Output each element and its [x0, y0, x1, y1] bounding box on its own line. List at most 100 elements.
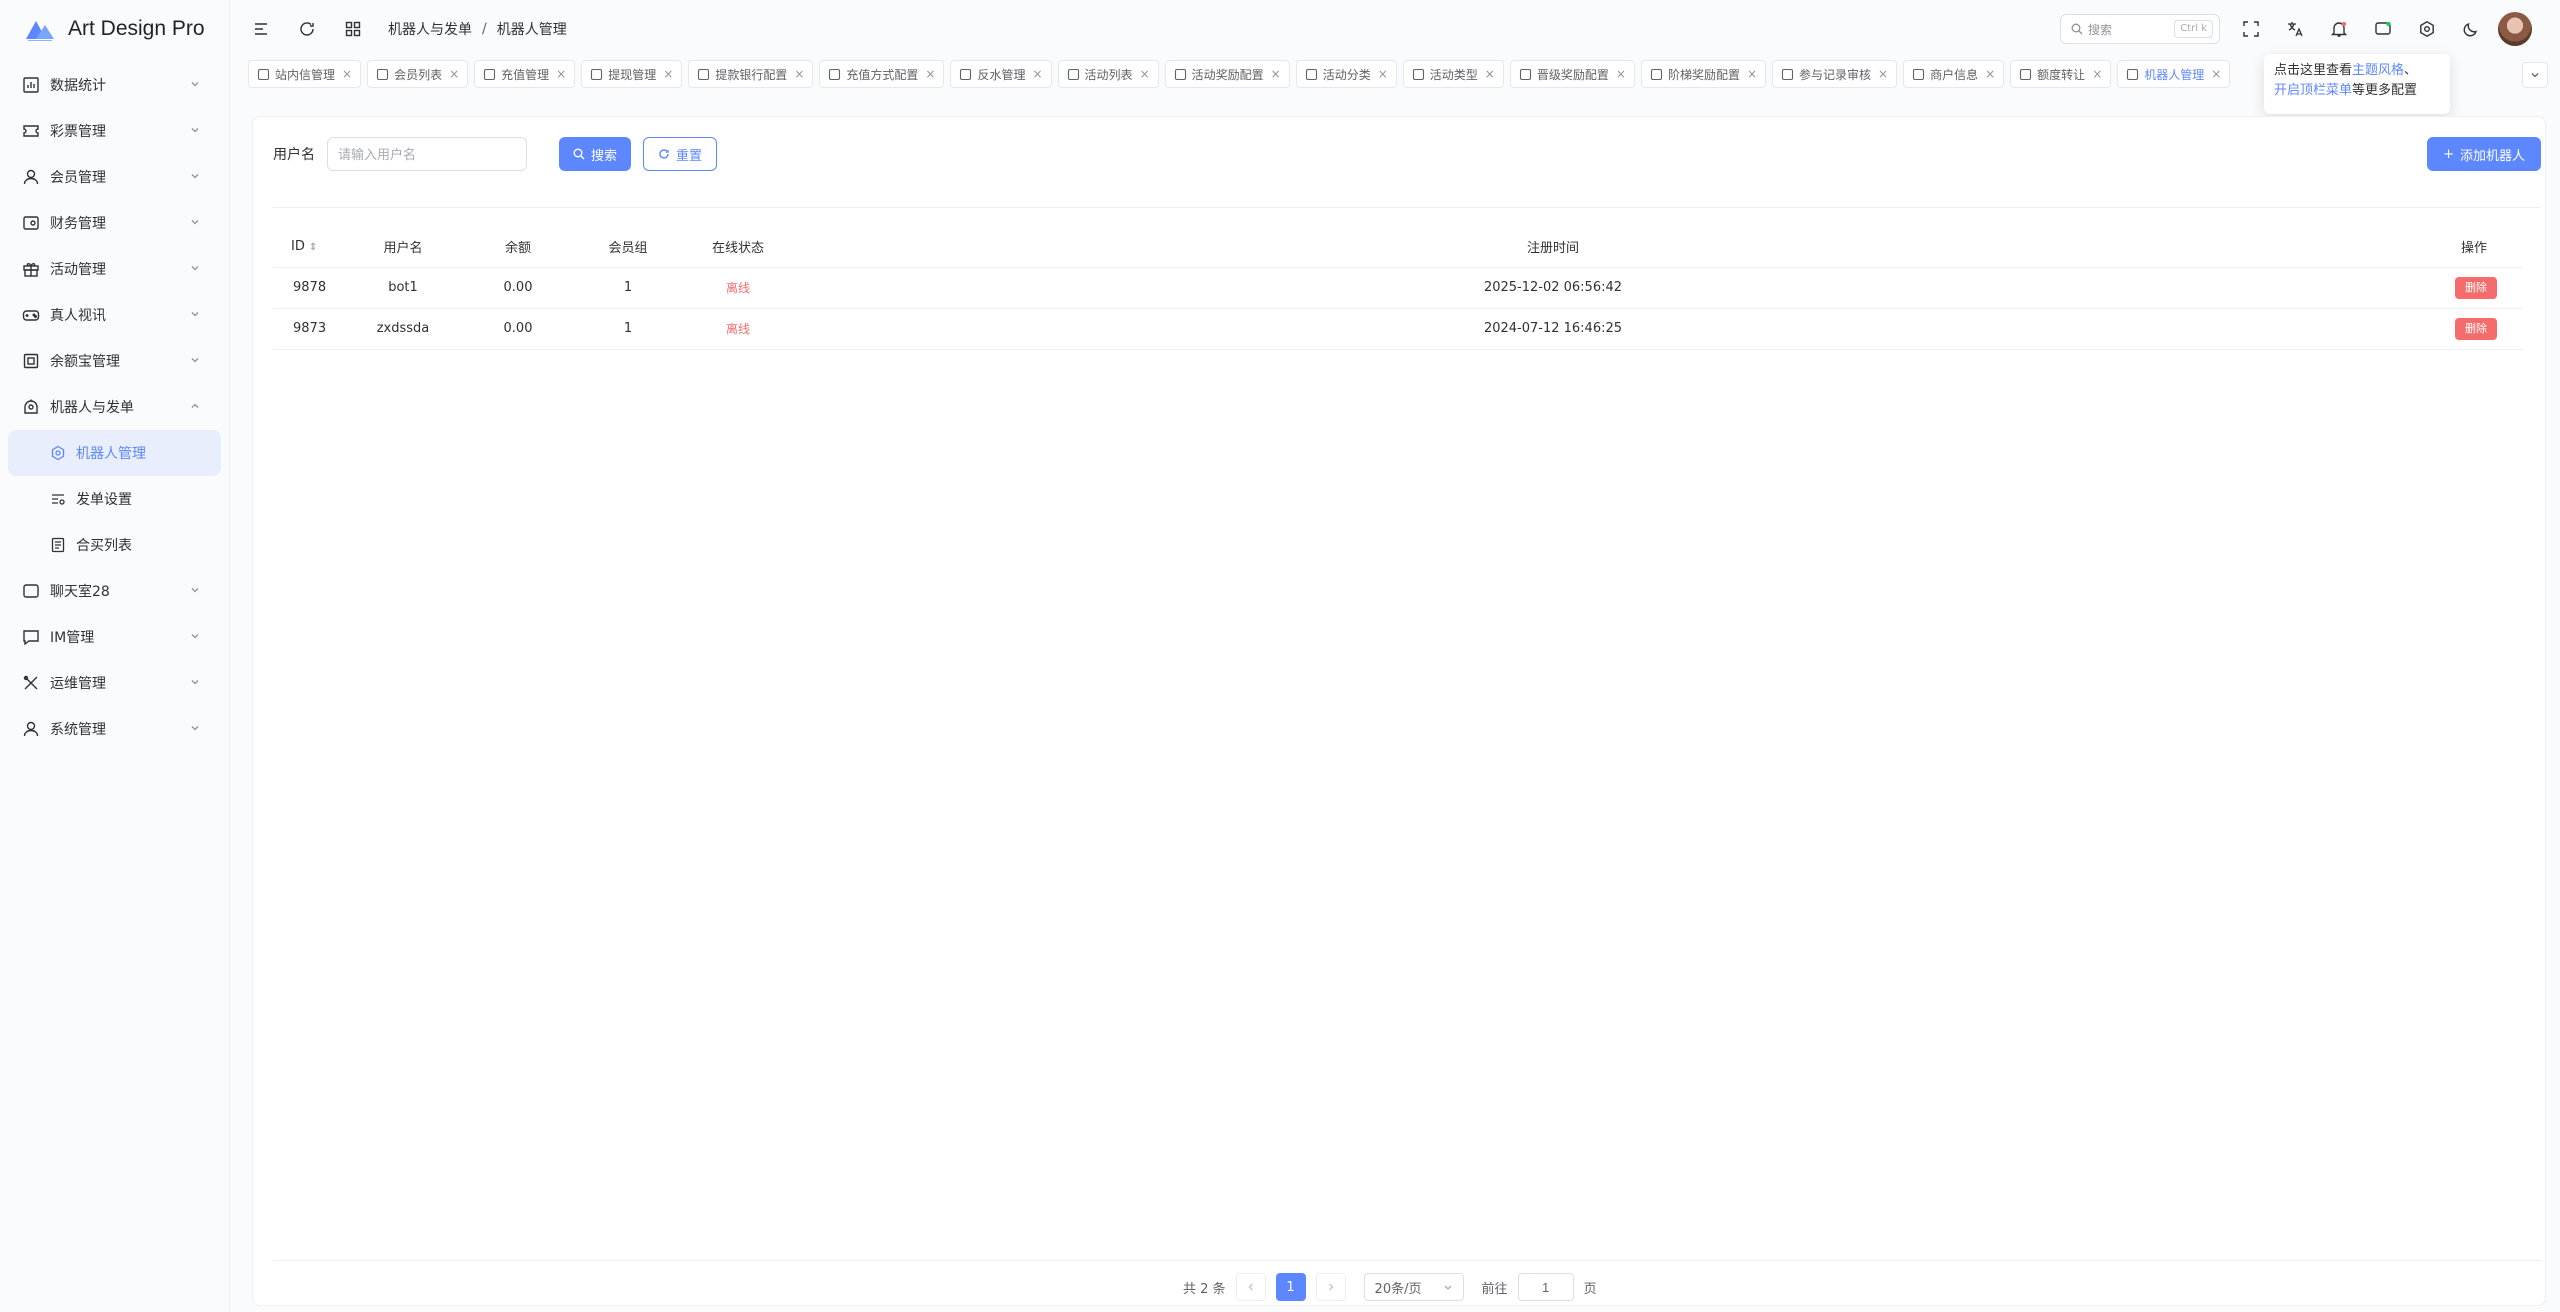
- tab-label: 反水管理: [977, 67, 1026, 82]
- tab-item[interactable]: 充值方式配置 ×: [819, 60, 945, 88]
- tab-item[interactable]: 阶梯奖励配置 ×: [1640, 60, 1767, 88]
- status-badge: 离线: [725, 281, 750, 295]
- sidebar-subitem-group-buy-list[interactable]: 合买列表: [8, 522, 221, 568]
- refresh-icon: [300, 22, 314, 36]
- search-icon: [2071, 23, 2083, 35]
- add-robot-button[interactable]: + 添加机器人: [2427, 137, 2541, 171]
- table-row: 9878 bot1 0.00 1 离线 2025-12-02 06:56:42 …: [273, 267, 2523, 309]
- close-icon[interactable]: ×: [1140, 67, 1150, 81]
- theme-toggle-button[interactable]: [2454, 12, 2488, 46]
- tab-item[interactable]: 机器人管理 ×: [2117, 60, 2231, 88]
- sidebar-item-finance[interactable]: 财务管理: [0, 200, 229, 246]
- bell-icon: [2330, 21, 2348, 37]
- close-icon[interactable]: ×: [663, 67, 673, 81]
- close-icon[interactable]: ×: [2211, 67, 2221, 81]
- sidebar-item-members[interactable]: 会员管理: [0, 154, 229, 200]
- sidebar-subitem-robot-management[interactable]: 机器人管理: [8, 430, 221, 476]
- menu-toggle-button[interactable]: [244, 12, 278, 46]
- reset-button[interactable]: 重置: [643, 137, 718, 171]
- tab-item[interactable]: 额度转让 ×: [2010, 60, 2112, 88]
- tab-icon: [698, 68, 710, 80]
- user-avatar[interactable]: [2498, 12, 2532, 46]
- sidebar-item-chatroom28[interactable]: 聊天室28: [0, 568, 229, 614]
- tab-item[interactable]: 活动奖励配置 ×: [1164, 60, 1290, 88]
- tab-item[interactable]: 反水管理 ×: [950, 60, 1052, 88]
- grid-icon: [345, 21, 361, 37]
- sidebar-item-live-video[interactable]: 真人视讯: [0, 292, 229, 338]
- close-icon[interactable]: ×: [1747, 67, 1757, 81]
- translate-icon: [2288, 22, 2303, 37]
- tab-item[interactable]: 活动类型 ×: [1402, 60, 1504, 88]
- chat-button[interactable]: [2366, 12, 2400, 46]
- tab-item[interactable]: 提款银行配置 ×: [688, 60, 814, 88]
- sidebar-item-robots[interactable]: 机器人与发单: [0, 384, 229, 430]
- tab-item[interactable]: 晋级奖励配置 ×: [1509, 60, 1635, 88]
- close-icon[interactable]: ×: [1271, 67, 1281, 81]
- tab-item[interactable]: 提现管理 ×: [581, 60, 683, 88]
- global-search[interactable]: 搜索 Ctrl k: [2060, 14, 2220, 44]
- sort-icon[interactable]: ⇕: [309, 242, 317, 253]
- sidebar-item-system[interactable]: 系统管理: [0, 706, 229, 752]
- sidebar-item-data-stats[interactable]: 数据统计: [0, 62, 229, 108]
- header-actions: [2234, 12, 2532, 46]
- search-icon: [573, 148, 585, 160]
- close-icon[interactable]: ×: [342, 67, 352, 81]
- tooltip-link-theme[interactable]: 主题风格: [2352, 63, 2404, 78]
- fullscreen-button[interactable]: [2234, 12, 2268, 46]
- close-icon[interactable]: ×: [1985, 67, 1995, 81]
- username-input[interactable]: [327, 137, 527, 171]
- close-icon[interactable]: ×: [925, 67, 935, 81]
- sidebar-item-label: 机器人与发单: [50, 400, 134, 416]
- apps-button[interactable]: [336, 12, 370, 46]
- next-page-button[interactable]: [1315, 1273, 1346, 1301]
- close-icon[interactable]: ×: [1485, 67, 1495, 81]
- search-button[interactable]: 搜索: [559, 137, 632, 171]
- tab-item[interactable]: 会员列表 ×: [367, 60, 469, 88]
- close-icon[interactable]: ×: [2092, 67, 2102, 81]
- page-size-select[interactable]: 20条/页: [1363, 1273, 1464, 1301]
- settings-button[interactable]: [2410, 12, 2444, 46]
- tabs-more-button[interactable]: [2522, 62, 2548, 88]
- breadcrumb: 机器人与发单 / 机器人管理: [388, 19, 567, 39]
- page-number-current[interactable]: 1: [1275, 1273, 1306, 1301]
- breadcrumb-item[interactable]: 机器人与发单: [388, 19, 472, 39]
- sidebar-item-im[interactable]: IM管理: [0, 614, 229, 660]
- sidebar-item-label: 会员管理: [50, 170, 106, 186]
- close-icon[interactable]: ×: [1032, 67, 1042, 81]
- tab-item[interactable]: 活动列表 ×: [1057, 60, 1159, 88]
- tab-item[interactable]: 参与记录审核 ×: [1772, 60, 1898, 88]
- tab-item[interactable]: 站内信管理 ×: [248, 60, 362, 88]
- delete-button[interactable]: 删除: [2455, 276, 2497, 299]
- sidebar-item-activities[interactable]: 活动管理: [0, 246, 229, 292]
- goto-page-input[interactable]: [1517, 1273, 1574, 1301]
- sidebar-item-lottery[interactable]: 彩票管理: [0, 108, 229, 154]
- tab-label: 商户信息: [1930, 67, 1979, 82]
- tab-label: 活动类型: [1429, 67, 1478, 82]
- refresh-button[interactable]: [290, 12, 324, 46]
- close-icon[interactable]: ×: [1378, 67, 1388, 81]
- close-icon[interactable]: ×: [556, 67, 566, 81]
- close-icon[interactable]: ×: [794, 67, 804, 81]
- sidebar-item-yuebao[interactable]: 余额宝管理: [0, 338, 229, 384]
- close-icon[interactable]: ×: [449, 67, 459, 81]
- notification-button[interactable]: [2322, 12, 2356, 46]
- search-placeholder: 搜索: [2088, 22, 2113, 37]
- column-header-id[interactable]: ID ⇕: [273, 227, 343, 268]
- tab-item[interactable]: 商户信息 ×: [1903, 60, 2005, 88]
- top-header: 机器人与发单 / 机器人管理 搜索 Ctrl k: [230, 0, 2560, 58]
- add-robot-label: 添加机器人: [2459, 148, 2525, 164]
- column-header-balance: 余额: [463, 227, 573, 268]
- prev-page-button[interactable]: [1235, 1273, 1266, 1301]
- chevron-down-icon: [191, 82, 199, 87]
- logo[interactable]: Art Design Pro: [0, 0, 229, 58]
- sidebar-item-ops[interactable]: 运维管理: [0, 660, 229, 706]
- tab-label: 参与记录审核: [1799, 67, 1872, 82]
- close-icon[interactable]: ×: [1616, 67, 1626, 81]
- sidebar-subitem-order-settings[interactable]: 发单设置: [8, 476, 221, 522]
- tab-item[interactable]: 充值管理 ×: [474, 60, 576, 88]
- close-icon[interactable]: ×: [1878, 67, 1888, 81]
- language-button[interactable]: [2278, 12, 2312, 46]
- tooltip-link-top-menu[interactable]: 开启顶栏菜单: [2274, 83, 2352, 98]
- delete-button[interactable]: 删除: [2455, 317, 2497, 340]
- tab-item[interactable]: 活动分类 ×: [1295, 60, 1397, 88]
